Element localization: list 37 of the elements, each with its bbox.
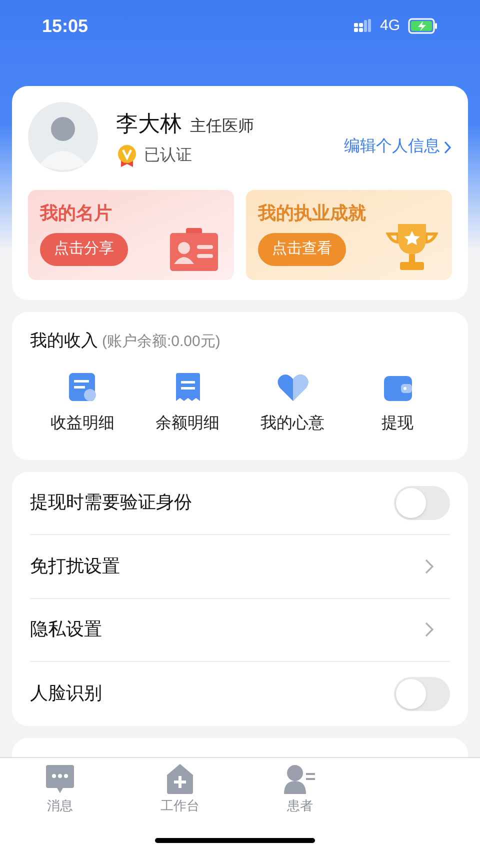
chevron-right-icon bbox=[444, 140, 452, 154]
balance-label: (账户余额:0.00元) bbox=[102, 332, 220, 352]
wallet-icon bbox=[382, 374, 412, 402]
house-plus-icon bbox=[166, 764, 194, 794]
id-card-icon bbox=[170, 228, 220, 272]
income-item[interactable]: 我的心意 bbox=[240, 370, 345, 436]
bill-icon bbox=[68, 372, 98, 402]
doctor-title: 主任医师 bbox=[190, 116, 254, 136]
settings-row[interactable]: 免打扰设置 bbox=[30, 535, 450, 598]
signal-icon bbox=[354, 19, 372, 33]
income-title: 我的收入 bbox=[30, 330, 98, 352]
trophy-icon bbox=[386, 224, 438, 272]
income-item[interactable]: 收益明细 bbox=[30, 370, 135, 436]
panel-title: 我的执业成就 bbox=[258, 202, 367, 225]
status-time: 15:05 bbox=[42, 14, 88, 38]
chat-icon bbox=[45, 764, 75, 794]
network-label: 4G bbox=[380, 16, 400, 36]
setting-label: 提现时需要验证身份 bbox=[30, 491, 192, 514]
verified-label: 已认证 bbox=[144, 146, 192, 166]
income-item[interactable]: 余额明细 bbox=[135, 370, 240, 436]
receipt-icon bbox=[174, 372, 200, 402]
edit-profile-link[interactable]: 编辑个人信息 bbox=[344, 135, 452, 159]
avatar bbox=[28, 102, 98, 172]
toggle-switch[interactable] bbox=[394, 676, 450, 711]
person-list-icon bbox=[284, 764, 316, 794]
setting-label: 人脸识别 bbox=[30, 682, 102, 706]
heart-icon bbox=[276, 374, 308, 402]
battery-icon bbox=[408, 18, 438, 34]
setting-label: 免打扰设置 bbox=[30, 554, 120, 578]
settings-row[interactable]: 隐私设置 bbox=[30, 598, 450, 662]
doctor-name: 李大林 bbox=[116, 110, 182, 138]
chevron-right-icon bbox=[425, 622, 434, 638]
toggle-switch[interactable] bbox=[394, 486, 450, 520]
panel-title: 我的名片 bbox=[40, 202, 113, 225]
chevron-right-icon bbox=[425, 558, 434, 574]
income-item[interactable]: 提现 bbox=[345, 370, 450, 436]
setting-label: 隐私设置 bbox=[30, 618, 102, 642]
